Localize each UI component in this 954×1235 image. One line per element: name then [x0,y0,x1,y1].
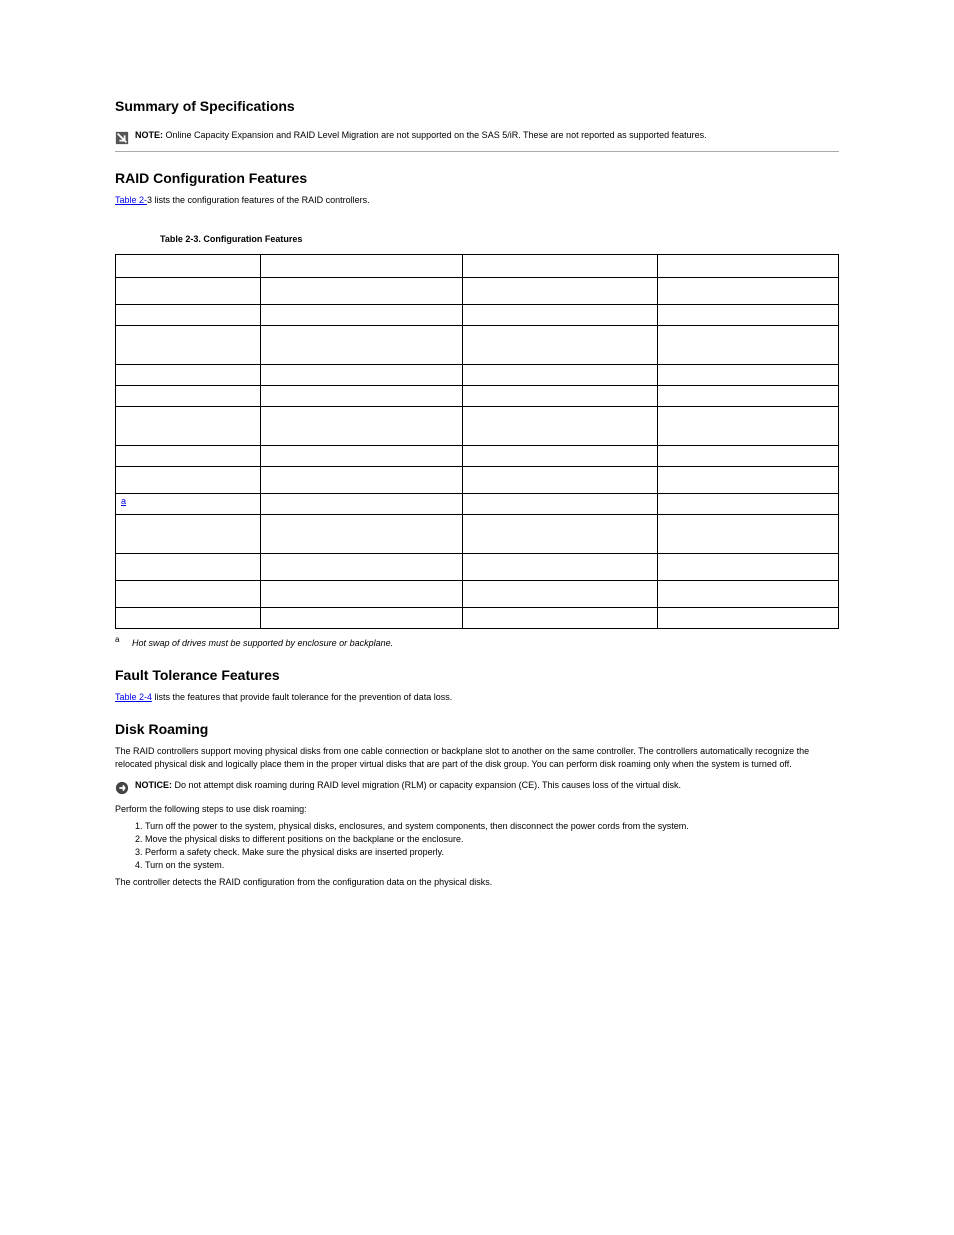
steps-intro: Perform the following steps to use disk … [115,803,839,815]
table-row: Number of disk groups that can be concat… [116,554,839,581]
table-row: Online capacity expansionYesNoYes [116,326,839,365]
note-icon [115,130,135,147]
intro-paragraph: Table 2-3 lists the configuration featur… [115,194,839,206]
table-row: Hot swap devices supportedYesYesYes [116,407,839,446]
steps-list: Turn off the power to the system, physic… [145,821,839,870]
fault-intro: Table 2-4 lists the features that provid… [115,691,839,703]
document-page: Summary of Specifications NOTE: Online C… [0,0,954,1235]
footnote-line: a Hot swap of drives must be supported b… [115,635,839,649]
notice-block: NOTICE: Do not attempt disk roaming duri… [115,780,839,797]
heading-raid-config-features: RAID Configuration Features [115,170,839,186]
list-item: Turn off the power to the system, physic… [145,821,839,831]
table-link-2[interactable]: Table 2-4 [115,692,152,702]
table-row: Global hot sparesYesYesYes [116,386,839,407]
table-title: Table 2-3. Configuration Features [160,234,839,244]
configuration-features-table: Feature RAID Controller A RAID Controlle… [115,254,839,629]
footnote-marker-link[interactable]: a [121,496,126,506]
table-row: a32832 [116,494,839,515]
heading-summary-specifications: Summary of Specifications [115,98,839,114]
list-item: Move the physical disks to different pos… [145,834,839,844]
table-row: Maximum virtual disks per disk group1621… [116,515,839,554]
footnote-marker-cell: a [116,494,261,515]
note-block: NOTE: Online Capacity Expansion and RAID… [115,130,839,152]
table-row: Support for Patrol ReadYesNoYes [116,608,839,629]
table-row: Number of RAID levels supported535 [116,278,839,305]
disk-roaming-para1: The RAID controllers support moving phys… [115,745,839,769]
notice-text: NOTICE: Do not attempt disk roaming duri… [135,780,839,790]
heading-fault-tolerance: Fault Tolerance Features [115,667,839,683]
list-item: Perform a safety check. Make sure the ph… [145,847,839,857]
table-row-header: Feature RAID Controller A RAID Controlle… [116,255,839,278]
notice-icon [115,780,135,797]
table-row: Non-disk devices supportedNoNoNo [116,446,839,467]
table-row: Number of spans supported818 [116,305,839,326]
heading-disk-roaming: Disk Roaming [115,721,839,737]
closing-para: The controller detects the RAID configur… [115,876,839,888]
table-link[interactable]: Table 2- [115,195,147,205]
list-item: Turn on the system. [145,860,839,870]
note-text: NOTE: Online Capacity Expansion and RAID… [135,130,839,140]
table-row: Dedicated hot sparesYesNoYes [116,365,839,386]
table-row: Mixed capacity physical disks supportedY… [116,467,839,494]
table-row: Maximum number of virtual disks per cont… [116,581,839,608]
